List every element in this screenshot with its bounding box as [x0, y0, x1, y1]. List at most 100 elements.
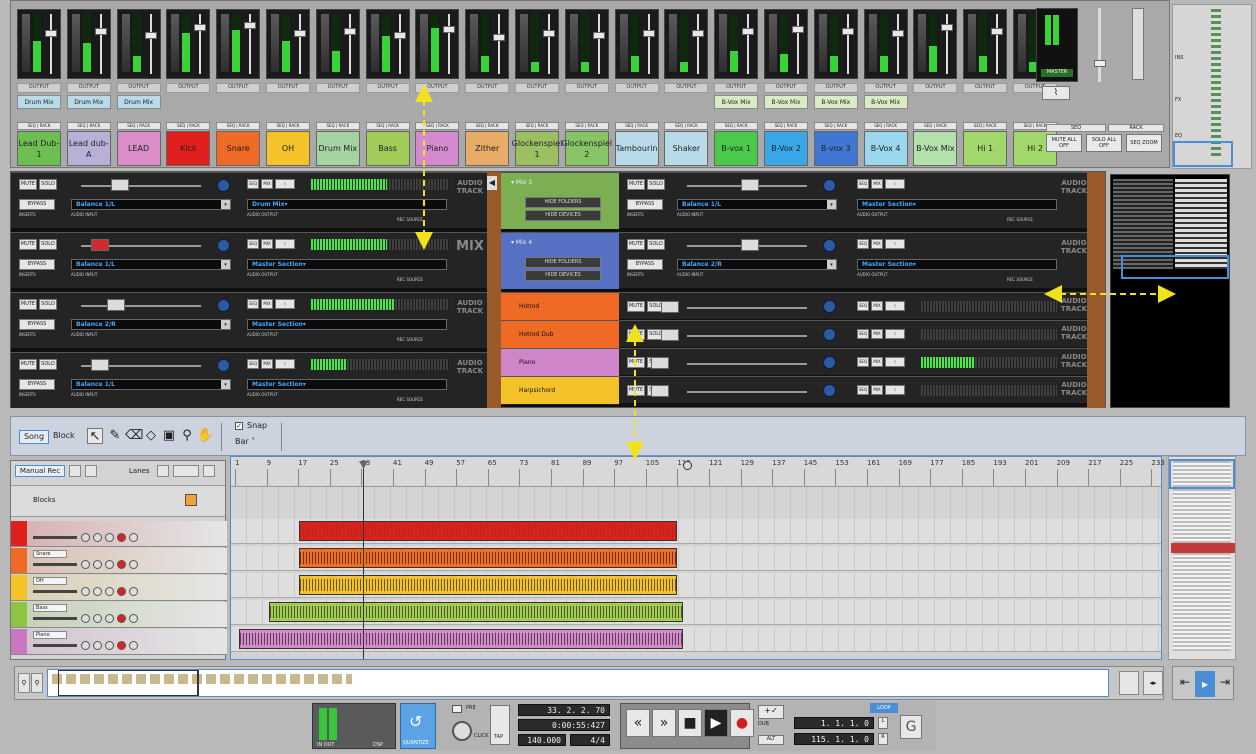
mute-button[interactable]: MUTE — [627, 301, 645, 312]
rack-label[interactable]: RACK — [886, 123, 897, 128]
fader-handle[interactable] — [642, 30, 655, 37]
seq-label[interactable]: SEQ — [675, 123, 683, 128]
seq-rack-buttons[interactable]: SEQ | RACK — [315, 122, 360, 130]
level-slider-handle[interactable] — [651, 357, 669, 369]
track-device-header[interactable]: Harpsichord — [501, 377, 619, 405]
channel-name[interactable]: Tambourin — [614, 131, 659, 166]
seq-label[interactable]: SEQ — [575, 123, 583, 128]
overview-viewport[interactable] — [58, 670, 198, 696]
output-select[interactable]: Drum Mix▾ — [247, 199, 447, 210]
loop-button[interactable]: LOOP — [870, 703, 898, 713]
list-view-icon[interactable] — [69, 465, 81, 477]
mix-bus-tag[interactable]: B-Vox Mix — [813, 95, 858, 109]
level-slider-handle[interactable] — [107, 299, 125, 311]
mix-bus-tag[interactable]: B-Vox Mix — [764, 95, 808, 109]
seq-label[interactable]: SEQ — [924, 123, 932, 128]
mix-toggle[interactable]: MIX — [871, 385, 883, 395]
rack-label[interactable]: RACK — [289, 123, 300, 128]
mix-toggle[interactable]: MIX — [261, 359, 273, 369]
track-record-icon[interactable] — [117, 533, 126, 542]
fader-handle[interactable] — [244, 22, 257, 29]
rack-label[interactable]: RACK — [687, 123, 698, 128]
seq-label[interactable]: SEQ — [227, 123, 235, 128]
pan-knob[interactable] — [823, 356, 836, 369]
track-lane[interactable] — [231, 546, 1161, 571]
seq-label[interactable]: SEQ — [426, 123, 434, 128]
bypass-button[interactable]: BYPASS — [19, 199, 55, 210]
solo-button[interactable]: SOLO — [647, 179, 665, 190]
rack-label[interactable]: RACK — [837, 123, 848, 128]
pencil-tool-icon[interactable]: ✎ — [107, 428, 123, 444]
rack-label[interactable]: RACK — [538, 123, 549, 128]
mute-button[interactable]: MUTE — [19, 239, 37, 250]
track-monitor-icon[interactable] — [105, 641, 114, 650]
quantize-button[interactable]: ↺ QUANTIZE — [400, 703, 436, 749]
seq-toggle[interactable]: SEQ — [247, 239, 259, 249]
fader-handle[interactable] — [343, 28, 356, 35]
mix-bus-tag[interactable]: Drum Mix — [17, 95, 61, 109]
mute-button[interactable]: MUTE — [627, 179, 645, 190]
snap-value-select[interactable]: Bar ˅ — [235, 437, 273, 449]
mute-button[interactable]: MUTE — [19, 299, 37, 310]
track-device-header[interactable]: Piano — [501, 349, 619, 377]
seq-rack-buttons[interactable]: SEQ | RACK — [764, 122, 808, 130]
mix-toggle[interactable]: MIX — [871, 357, 883, 367]
hide-folders-button[interactable]: HIDE FOLDERS — [525, 197, 601, 208]
bypass-button[interactable]: BYPASS — [19, 379, 55, 390]
channel-name[interactable]: Glockenspiel 2 — [561, 131, 612, 166]
track-lane[interactable] — [231, 600, 1161, 625]
channel-name[interactable]: B-Vox 2 — [764, 131, 808, 166]
channel-fader[interactable] — [465, 9, 510, 79]
channel-name[interactable]: Lead dub-A — [66, 131, 111, 166]
track-record-icon[interactable] — [117, 560, 126, 569]
play-button[interactable]: ▶ — [704, 709, 728, 737]
mix-toggle[interactable]: MIX — [871, 329, 883, 339]
blocks-icon[interactable] — [185, 494, 197, 506]
channel-name[interactable]: Snare — [216, 131, 261, 166]
rack-label[interactable]: RACK — [90, 123, 101, 128]
automation-curve-icon[interactable]: ⌇ — [885, 385, 905, 395]
seq-rack-buttons[interactable]: SEQ | RACK — [116, 122, 161, 130]
solo-button[interactable]: SOLO — [647, 239, 665, 250]
channel-name[interactable]: Zither — [465, 131, 510, 166]
rewire-icon[interactable]: G — [900, 715, 922, 739]
channel-fader[interactable] — [116, 9, 161, 79]
track-automation-icon[interactable] — [129, 614, 138, 623]
seq-label[interactable]: SEQ — [77, 123, 85, 128]
track-name[interactable]: Piano — [33, 631, 67, 639]
seq-toggle[interactable]: SEQ — [857, 301, 869, 311]
channel-name[interactable]: Kick — [166, 131, 211, 166]
track-name[interactable]: OH — [33, 577, 67, 585]
group-header[interactable]: ▾ Mix 4 HIDE FOLDERS HIDE DEVICES — [501, 233, 619, 289]
zoom-out-icon[interactable]: ⚲ — [18, 673, 30, 693]
rack-label[interactable]: RACK — [488, 123, 499, 128]
rack-label[interactable]: RACK — [339, 123, 350, 128]
seq-rack-buttons[interactable]: SEQ | RACK — [863, 122, 908, 130]
channel-fader[interactable] — [266, 9, 310, 79]
channel-fader[interactable] — [664, 9, 709, 79]
mix-toggle[interactable]: MIX — [871, 239, 883, 249]
track-mute-icon[interactable] — [81, 533, 90, 542]
seq-toggle[interactable]: SEQ — [857, 239, 869, 249]
seq-label[interactable]: SEQ — [376, 123, 384, 128]
channel-name[interactable]: LEAD — [116, 131, 161, 166]
fader-handle[interactable] — [792, 26, 804, 33]
mix-toggle[interactable]: MIX — [871, 301, 883, 311]
rack-label[interactable]: RACK — [139, 123, 150, 128]
fader-handle[interactable] — [144, 32, 157, 39]
position-bars-display[interactable]: 33. 2. 2. 70 — [518, 704, 610, 716]
track-lane[interactable] — [231, 627, 1161, 652]
blocks-lane[interactable] — [231, 487, 1161, 519]
fader-handle[interactable] — [742, 28, 755, 35]
track-monitor-icon[interactable] — [105, 614, 114, 623]
rack-label[interactable]: RACK — [637, 123, 648, 128]
seq-toggle[interactable]: SEQ — [857, 179, 869, 189]
track-header[interactable]: Bass — [11, 602, 227, 628]
rack-label[interactable]: RACK — [588, 123, 599, 128]
mix-bus-tag[interactable]: Drum Mix — [116, 95, 161, 109]
seq-label[interactable]: SEQ — [625, 123, 633, 128]
lanes-add-icon[interactable] — [157, 465, 169, 477]
channel-fader[interactable] — [913, 9, 958, 79]
pan-knob[interactable] — [217, 359, 230, 372]
level-slider[interactable] — [687, 391, 807, 393]
